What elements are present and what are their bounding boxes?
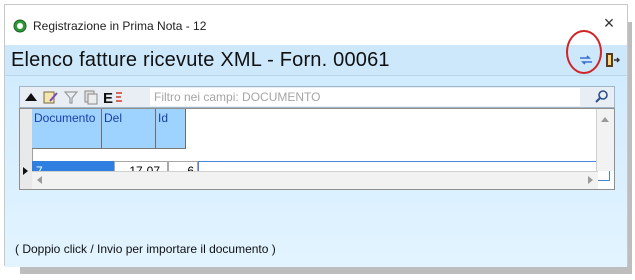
column-header-documento[interactable]: Documento — [32, 109, 102, 149]
title-bar: Registrazione in Prima Nota - 12 × — [5, 5, 627, 45]
close-icon[interactable]: × — [599, 13, 619, 33]
sort-up-icon[interactable] — [22, 89, 40, 106]
dialog-window: Registrazione in Prima Nota - 12 × Elenc… — [4, 4, 628, 267]
header-bar: Elenco fatture ricevute XML - Forn. 0006… — [5, 30, 627, 76]
filter-icon[interactable] — [62, 89, 80, 106]
edit-icon[interactable] — [42, 89, 60, 106]
scroll-up-icon[interactable] — [601, 117, 609, 122]
current-row-marker — [23, 167, 28, 175]
vertical-scrollbar[interactable] — [596, 109, 614, 171]
horizontal-scrollbar[interactable] — [32, 171, 598, 189]
search-icon[interactable] — [594, 89, 610, 105]
grid-toolbar: E — [19, 86, 615, 108]
export-icon[interactable]: E — [102, 89, 124, 106]
window-title: Registrazione in Prima Nota - 12 — [33, 19, 207, 33]
content-area: Elenco fatture ricevute XML - Forn. 0006… — [5, 30, 627, 267]
scroll-right-icon[interactable] — [588, 176, 593, 184]
filter-input[interactable] — [150, 88, 580, 106]
app-icon — [13, 19, 27, 33]
invoice-grid: Documento Del Id 7 17-07-18 6 — [19, 108, 615, 192]
copy-icon[interactable] — [82, 89, 100, 106]
status-hint: ( Doppio click / Invio per importare il … — [15, 242, 276, 256]
column-header-id[interactable]: Id — [156, 109, 186, 149]
svg-text:E: E — [103, 90, 113, 106]
page-title: Elenco fatture ricevute XML - Forn. 0006… — [11, 49, 390, 71]
scroll-left-icon[interactable] — [37, 176, 42, 184]
column-header-del[interactable]: Del — [102, 109, 156, 149]
exit-icon[interactable] — [603, 51, 621, 69]
highlight-circle — [566, 30, 602, 74]
